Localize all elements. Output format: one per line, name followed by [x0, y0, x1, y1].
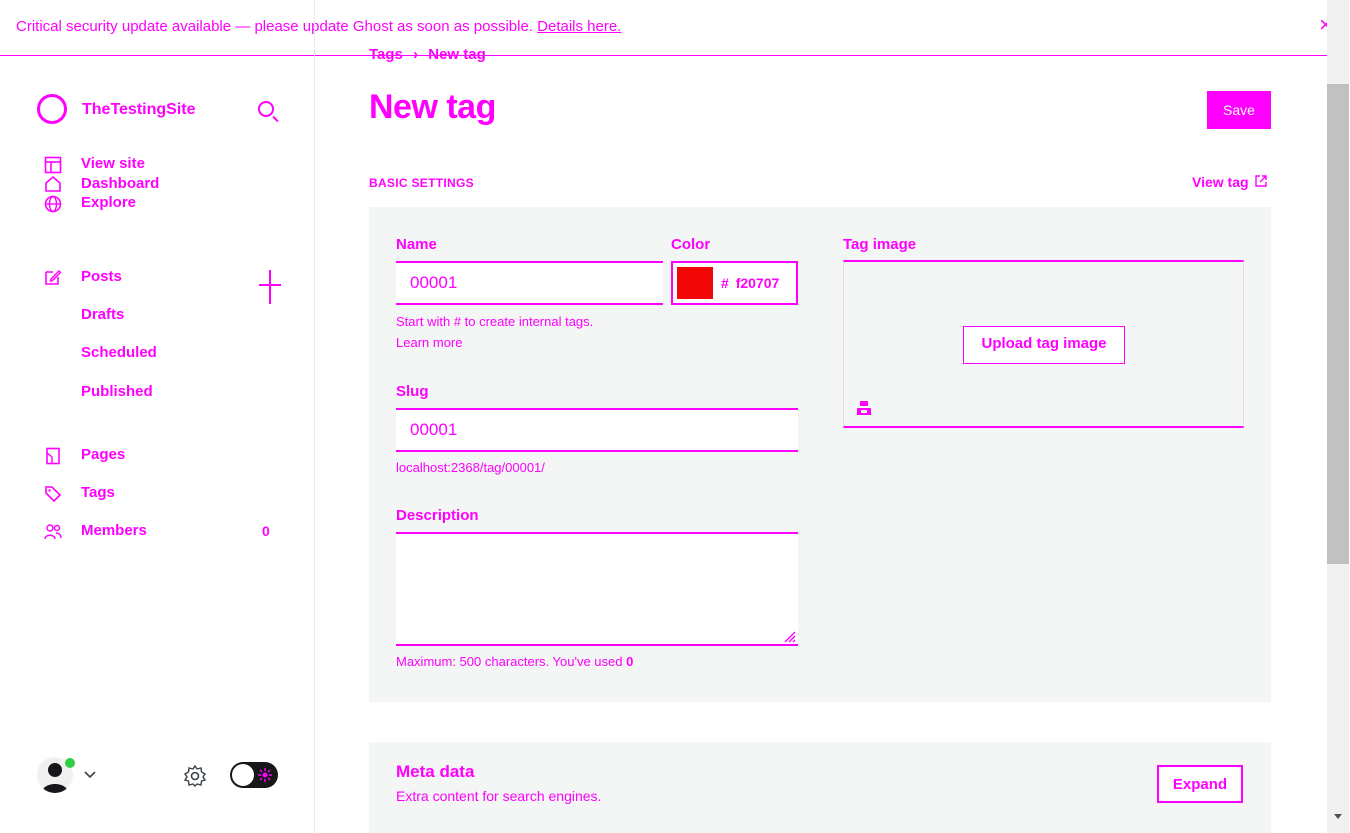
sidebar-item-posts[interactable]: Posts [81, 268, 122, 285]
sidebar-divider [314, 0, 315, 833]
sidebar-item-tags[interactable]: Tags [81, 484, 115, 501]
view-tag-link[interactable]: View tag [1192, 174, 1268, 190]
slug-url: localhost:2368/tag/00001/ [396, 460, 545, 475]
meta-data-description: Extra content for search engines. [396, 788, 602, 804]
upload-tag-image-button[interactable]: Upload tag image [963, 326, 1125, 364]
breadcrumb-current: New tag [428, 46, 486, 63]
members-count: 0 [262, 523, 270, 539]
page-title: New tag [369, 88, 496, 126]
sidebar-item-pages[interactable]: Pages [81, 446, 125, 463]
search-icon[interactable] [258, 101, 274, 117]
home-icon [45, 175, 61, 192]
chevron-down-icon[interactable] [83, 770, 97, 780]
site-name[interactable]: TheTestingSite [82, 101, 196, 119]
name-hint: Start with # to create internal tags. [396, 314, 594, 329]
learn-more-link[interactable]: Learn more [396, 335, 462, 350]
color-hex-field[interactable]: # f20707 [721, 275, 779, 291]
tag-image-label: Tag image [843, 236, 917, 253]
color-input[interactable]: # f20707 [671, 261, 798, 305]
sidebar-item-scheduled[interactable]: Scheduled [81, 344, 157, 361]
resize-handle-icon[interactable] [784, 631, 796, 643]
toggle-knob [232, 764, 254, 786]
site-logo[interactable] [37, 94, 67, 124]
sidebar-item-drafts[interactable]: Drafts [81, 306, 124, 323]
sidebar-item-dashboard[interactable]: Dashboard [81, 175, 159, 192]
banner-message: Critical security update available — ple… [16, 18, 533, 35]
expand-meta-button[interactable]: Expand [1157, 765, 1243, 803]
slug-label: Slug [396, 383, 429, 400]
view-tag-label: View tag [1192, 174, 1249, 190]
description-textarea[interactable] [396, 532, 798, 646]
banner-divider [0, 55, 1328, 56]
dark-mode-toggle[interactable] [230, 762, 278, 788]
members-icon [44, 524, 62, 540]
online-indicator [65, 758, 75, 768]
gear-icon[interactable] [183, 764, 207, 788]
save-button[interactable]: Save [1207, 91, 1271, 129]
scrollbar-thumb[interactable] [1327, 84, 1349, 564]
description-char-count: 0 [626, 654, 634, 669]
color-hash: # [721, 275, 729, 291]
description-hint-text: Maximum: 500 characters. You've used [396, 654, 623, 669]
color-value: f20707 [735, 275, 780, 291]
tag-image-dropzone[interactable]: Upload tag image [843, 260, 1244, 428]
update-banner: Critical security update available — ple… [16, 18, 621, 35]
scroll-down-arrow-icon[interactable] [1332, 812, 1344, 822]
basic-settings-heading: BASIC SETTINGS [369, 176, 474, 190]
globe-icon [44, 195, 62, 213]
name-input[interactable]: 00001 [396, 261, 663, 305]
breadcrumb-separator: › [413, 46, 419, 63]
color-label: Color [671, 236, 711, 253]
color-swatch[interactable] [677, 267, 713, 299]
description-hint: Maximum: 500 characters. You've used 0 [396, 654, 633, 669]
external-link-icon [1255, 175, 1268, 187]
unsplash-icon[interactable] [856, 400, 872, 416]
breadcrumb: Tags › New tag [369, 46, 486, 63]
breadcrumb-tags-link[interactable]: Tags [369, 46, 403, 63]
sidebar-item-published[interactable]: Published [81, 383, 153, 400]
meta-data-title: Meta data [396, 762, 475, 781]
sun-icon [258, 768, 272, 782]
sidebar-item-members[interactable]: Members [81, 522, 147, 539]
banner-details-link[interactable]: Details here. [537, 18, 621, 35]
tag-icon [45, 486, 62, 503]
edit-icon [45, 270, 62, 285]
pages-icon [46, 447, 60, 465]
description-label: Description [396, 507, 479, 524]
new-post-icon[interactable] [259, 270, 281, 304]
name-label: Name [396, 236, 437, 253]
slug-input[interactable]: 00001 [396, 408, 798, 452]
sidebar-item-view-site[interactable]: View site [81, 155, 145, 172]
layout-icon [44, 156, 62, 174]
sidebar-item-explore[interactable]: Explore [81, 194, 136, 211]
